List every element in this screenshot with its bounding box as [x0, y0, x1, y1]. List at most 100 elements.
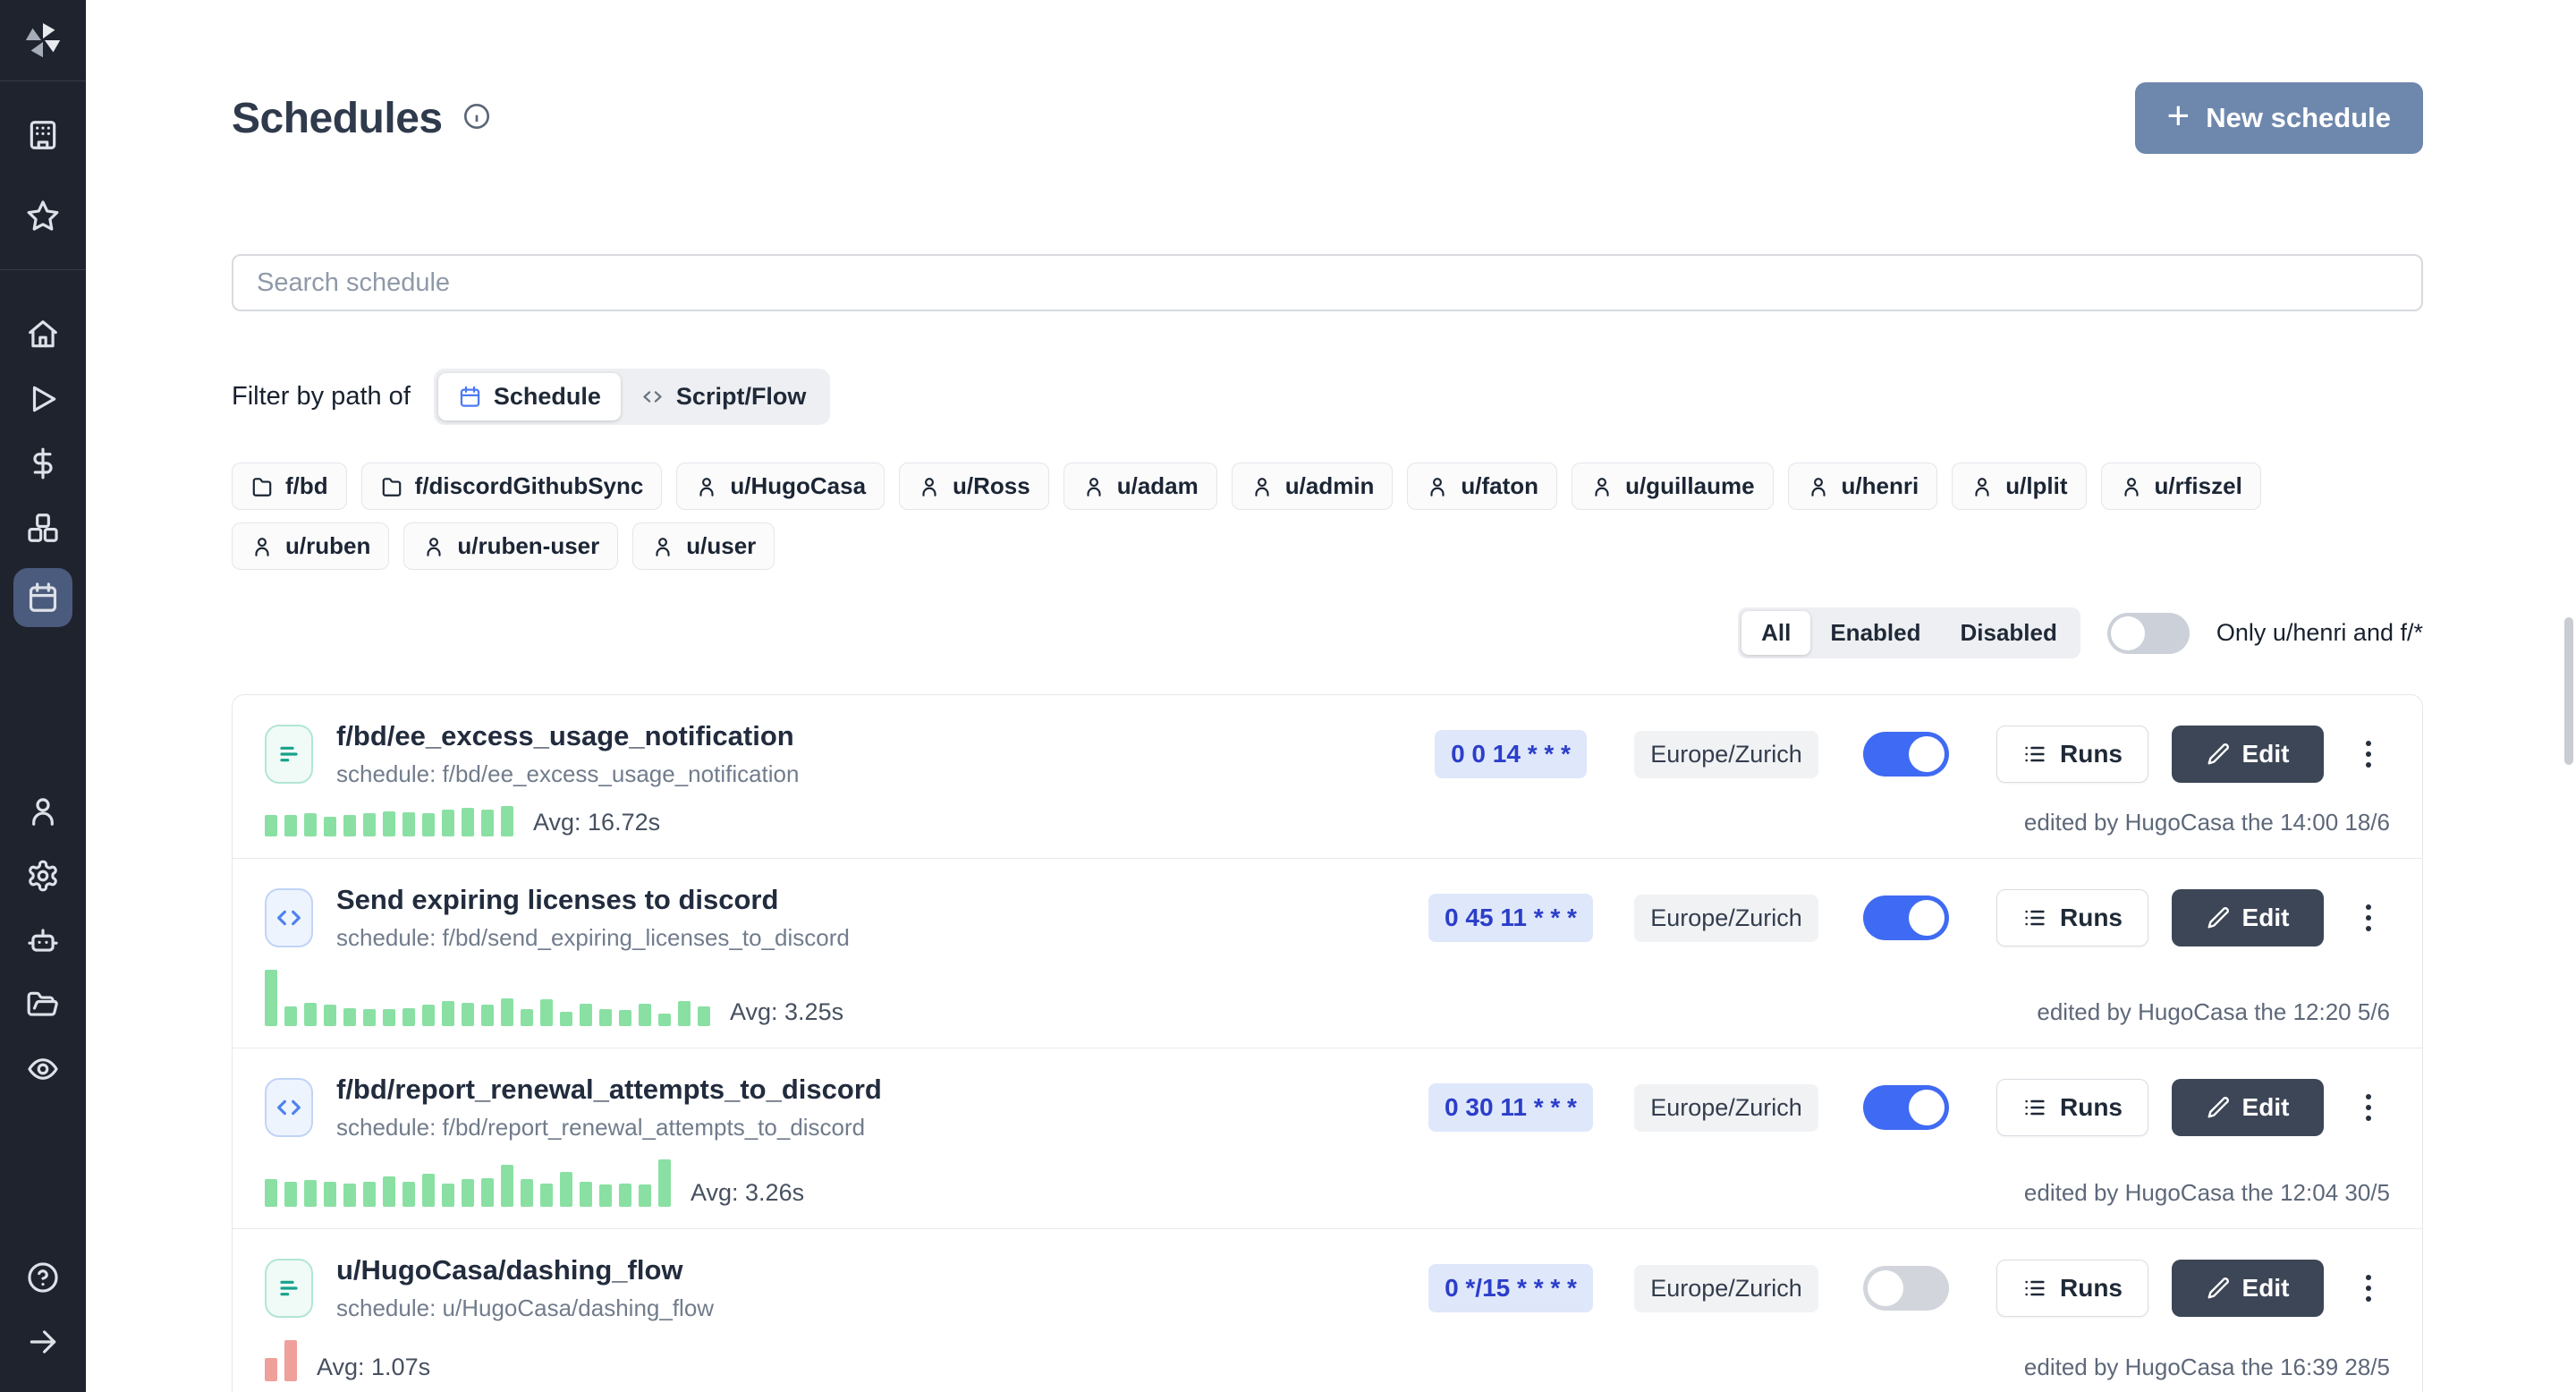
run-duration-bar	[304, 1180, 317, 1207]
code-icon	[275, 904, 303, 932]
path-chip[interactable]: u/faton	[1407, 463, 1557, 510]
resources-boxes-icon[interactable]	[0, 496, 86, 560]
edit-button[interactable]: Edit	[2172, 726, 2324, 783]
variables-dollar-icon[interactable]	[0, 431, 86, 496]
runs-button[interactable]: Runs	[1996, 726, 2148, 783]
row-footer: Avg: 1.07s edited by HugoCasa the 16:39 …	[265, 1340, 2390, 1381]
workspace-icon[interactable]	[0, 103, 86, 167]
run-duration-bar	[481, 1005, 494, 1026]
run-duration-bar	[284, 815, 297, 836]
user-icon[interactable]	[0, 779, 86, 844]
run-duration-bar	[678, 1001, 691, 1026]
help-icon[interactable]	[0, 1245, 86, 1310]
tab-all[interactable]: All	[1741, 611, 1810, 655]
new-schedule-button[interactable]: + New schedule	[2135, 82, 2423, 154]
schedule-name[interactable]: u/HugoCasa/dashing_flow	[336, 1254, 1385, 1286]
avg-duration: Avg: 3.25s	[730, 998, 843, 1026]
flow-kind-icon	[265, 725, 313, 784]
schedule-info[interactable]: f/bd/ee_excess_usage_notification schedu…	[336, 720, 1385, 788]
path-chip[interactable]: f/bd	[232, 463, 347, 510]
path-chip[interactable]: u/adam	[1063, 463, 1217, 510]
path-chip[interactable]: u/HugoCasa	[676, 463, 885, 510]
schedule-info[interactable]: u/HugoCasa/dashing_flow schedule: u/Hugo…	[336, 1254, 1385, 1322]
audit-eye-icon[interactable]	[0, 1037, 86, 1101]
favorites-star-icon[interactable]	[0, 183, 86, 248]
schedule-name[interactable]: f/bd/report_renewal_attempts_to_discord	[336, 1074, 1385, 1106]
page-title: Schedules	[232, 94, 443, 143]
run-duration-bar	[580, 1182, 592, 1207]
past-runs-chart[interactable]	[265, 970, 710, 1026]
only-henri-toggle[interactable]	[2107, 613, 2190, 654]
pencil-icon	[2207, 906, 2230, 929]
enabled-toggle[interactable]	[1863, 1266, 1949, 1311]
schedule-info[interactable]: f/bd/report_renewal_attempts_to_discord …	[336, 1074, 1385, 1142]
run-duration-bar	[540, 1184, 553, 1207]
edit-button[interactable]: Edit	[2172, 889, 2324, 946]
tab-disabled[interactable]: Disabled	[1940, 611, 2076, 655]
settings-gear-icon[interactable]	[0, 844, 86, 908]
run-duration-bar	[383, 1009, 395, 1026]
home-icon[interactable]	[0, 302, 86, 367]
folders-icon[interactable]	[0, 972, 86, 1037]
edit-button[interactable]: Edit	[2172, 1079, 2324, 1136]
filter-row: Filter by path of Schedule Script/Flow	[232, 369, 2423, 425]
run-duration-bar	[599, 1009, 612, 1026]
windmill-logo[interactable]	[0, 0, 86, 81]
runs-play-icon[interactable]	[0, 367, 86, 431]
past-runs-chart[interactable]	[265, 1340, 297, 1381]
toggle-script-flow[interactable]: Script/Flow	[621, 373, 826, 420]
enabled-toggle[interactable]	[1863, 1085, 1949, 1130]
user-icon	[1082, 475, 1106, 498]
schedule-name[interactable]: f/bd/ee_excess_usage_notification	[336, 720, 1385, 752]
more-options-kebab[interactable]	[2360, 899, 2377, 937]
workers-robot-icon[interactable]	[0, 908, 86, 972]
enabled-toggle[interactable]	[1863, 732, 1949, 777]
path-chip[interactable]: u/guillaume	[1572, 463, 1773, 510]
run-duration-bar	[343, 1008, 356, 1026]
edit-button[interactable]: Edit	[2172, 1260, 2324, 1317]
toggle-schedule[interactable]: Schedule	[438, 373, 621, 420]
user-icon	[651, 535, 674, 558]
user-icon	[422, 535, 445, 558]
enabled-toggle[interactable]	[1863, 895, 1949, 940]
path-chip[interactable]: u/lplit	[1952, 463, 2086, 510]
path-chip[interactable]: u/rfiszel	[2101, 463, 2261, 510]
pencil-icon	[2207, 1096, 2230, 1119]
path-chip[interactable]: u/henri	[1788, 463, 1938, 510]
run-duration-bar	[501, 998, 513, 1026]
run-duration-bar	[442, 810, 454, 836]
schedule-row: Send expiring licenses to discord schedu…	[233, 859, 2422, 1048]
edited-by: edited by HugoCasa the 12:20 5/6	[2037, 998, 2390, 1026]
runs-button[interactable]: Runs	[1996, 1079, 2148, 1136]
past-runs-chart[interactable]	[265, 806, 513, 836]
search-input[interactable]	[232, 254, 2423, 311]
run-duration-bar	[658, 1014, 671, 1026]
avg-duration: Avg: 3.26s	[691, 1179, 804, 1207]
avg-duration: Avg: 1.07s	[317, 1354, 430, 1381]
run-duration-bar	[324, 817, 336, 836]
runs-button[interactable]: Runs	[1996, 1260, 2148, 1317]
run-duration-bar	[442, 1001, 454, 1026]
schedule-name[interactable]: Send expiring licenses to discord	[336, 884, 1385, 916]
collapse-arrow-icon[interactable]	[0, 1310, 86, 1374]
path-chip[interactable]: f/discordGithubSync	[361, 463, 663, 510]
path-chip[interactable]: u/ruben	[232, 522, 389, 570]
runs-button[interactable]: Runs	[1996, 889, 2148, 946]
scrollbar-thumb[interactable]	[2564, 617, 2573, 765]
more-options-kebab[interactable]	[2360, 735, 2377, 773]
path-chip[interactable]: u/ruben-user	[403, 522, 618, 570]
schedules-calendar-icon[interactable]	[0, 560, 86, 635]
more-options-kebab[interactable]	[2360, 1269, 2377, 1307]
path-chip[interactable]: u/user	[632, 522, 775, 570]
folder-icon	[380, 475, 403, 498]
more-options-kebab[interactable]	[2360, 1089, 2377, 1126]
path-chip[interactable]: u/Ross	[899, 463, 1049, 510]
path-chip[interactable]: u/admin	[1232, 463, 1394, 510]
tab-enabled[interactable]: Enabled	[1810, 611, 1940, 655]
past-runs-chart[interactable]	[265, 1159, 671, 1207]
main-content: Schedules + New schedule Filter by path …	[86, 82, 2576, 1392]
run-duration-bar	[442, 1184, 454, 1207]
info-icon[interactable]	[462, 102, 491, 135]
run-duration-bar	[580, 1004, 592, 1026]
schedule-info[interactable]: Send expiring licenses to discord schedu…	[336, 884, 1385, 952]
